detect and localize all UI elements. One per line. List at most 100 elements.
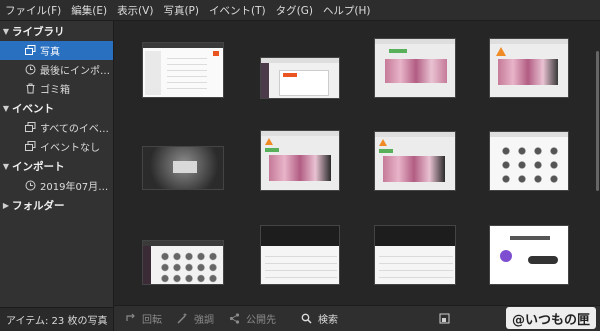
photo-grid[interactable] [114,21,600,306]
status-bar: アイテム: 23 枚の写真 [0,307,113,331]
sidebar-section-import[interactable]: ▼ インポート [0,156,113,176]
photo-thumbnail[interactable] [374,225,456,285]
photo-thumbnail[interactable] [374,131,456,191]
sidebar-item-photos[interactable]: 写真 [0,41,113,60]
search-label: 検索 [318,315,338,326]
sidebar-item-label: 写真 [40,47,60,58]
thumb-list [379,250,453,284]
sidebar-item-label: 最後にインポ… [40,66,110,77]
thumb-list [265,250,337,284]
collapse-triangle-icon[interactable]: ▶ [0,201,12,210]
section-title: フォルダー [12,199,65,212]
thumb-logo [500,250,512,262]
sidebar: ▼ ライブラリ 写真 最後にインポ… ゴミ箱 ▼ イベント すべてのイベ… イベ… [0,21,114,331]
clock-icon [24,180,36,192]
sidebar-section-folders[interactable]: ▶ フォルダー [0,195,113,215]
thumb-sidebar [261,63,269,98]
trash-icon [24,83,36,95]
thumb-titlebar [261,58,339,63]
thumb-title-text [510,236,550,240]
sidebar-item-label: ゴミ箱 [40,85,70,96]
clock-icon [24,64,36,76]
rotate-icon [124,313,136,325]
thumb-titlebar [490,39,568,44]
search-button[interactable]: 検索 [300,311,338,326]
thumb-icon-grid [159,251,219,283]
photo-thumbnail[interactable] [374,38,456,98]
enhance-label: 強調 [194,315,214,326]
menu-help[interactable]: ヘルプ(H) [318,3,376,18]
photo-thumbnail[interactable] [489,131,569,191]
sidebar-item-label: すべてのイベ… [40,124,109,135]
photo-thumbnail[interactable] [260,130,340,191]
sidebar-item-trash[interactable]: ゴミ箱 [0,79,113,98]
thumb-icon-grid [498,144,562,186]
thumb-image [383,156,445,182]
sidebar-section-events[interactable]: ▼ イベント [0,98,113,118]
expand-triangle-icon[interactable]: ▼ [0,162,12,171]
photo-thumbnail[interactable] [142,146,224,190]
section-title: イベント [12,102,54,115]
menu-view[interactable]: 表示(V) [112,3,158,18]
photo-thumbnail[interactable] [142,240,224,285]
sidebar-item-label: イベントなし [40,143,100,154]
menu-edit[interactable]: 編集(E) [66,3,112,18]
enhance-wand-icon [176,313,188,325]
menu-events[interactable]: イベント(T) [204,3,271,18]
thumb-cone-icon [496,47,506,56]
photo-thumbnail[interactable] [489,225,569,285]
thumb-sidebar [145,51,161,95]
thumb-accent [283,73,297,77]
thumb-image [269,155,331,181]
thumb-list [167,53,207,91]
thumbnail-size-button[interactable] [438,313,456,325]
menu-photo[interactable]: 写真(P) [158,3,204,18]
thumb-button [528,256,558,264]
menu-file[interactable]: ファイル(F) [0,3,66,18]
menu-tags[interactable]: タグ(G) [271,3,318,18]
menu-bar: ファイル(F) 編集(E) 表示(V) 写真(P) イベント(T) タグ(G) … [0,0,600,21]
photos-icon [24,45,36,57]
publish-button[interactable]: 公開先 [228,311,276,326]
thumb-dark-header [261,226,339,246]
thumb-titlebar [143,241,223,246]
publish-label: 公開先 [246,315,276,326]
thumbnail-size-icon [438,313,450,325]
photo-thumbnail[interactable] [260,225,340,285]
thumb-accent [213,51,219,56]
thumb-titlebar [375,132,455,137]
sidebar-item-no-event[interactable]: イベントなし [0,137,113,156]
sidebar-item-import-date[interactable]: 2019年07月1… [0,176,113,195]
thumb-titlebar [490,132,568,137]
thumb-image [385,59,447,83]
sidebar-item-all-events[interactable]: すべてのイベ… [0,118,113,137]
photo-thumbnail[interactable] [142,42,224,98]
section-title: インポート [12,160,65,173]
thumb-cone-icon [379,139,387,146]
events-icon [24,122,36,134]
thumb-green-bar [389,49,407,53]
watermark: @いつもの匣 [505,307,596,329]
sidebar-item-last-import[interactable]: 最後にインポ… [0,60,113,79]
thumb-green-bar [265,148,279,152]
no-event-icon [24,141,36,153]
scrollbar[interactable] [596,51,599,191]
section-title: ライブラリ [12,25,65,38]
photo-thumbnail[interactable] [260,57,340,99]
thumb-dialog [173,161,197,173]
rotate-button[interactable]: 回転 [124,311,162,326]
search-icon [300,313,312,325]
enhance-button[interactable]: 強調 [176,311,214,326]
thumb-image [498,59,558,85]
expand-triangle-icon[interactable]: ▼ [0,27,12,36]
photo-thumbnail[interactable] [489,38,569,98]
thumb-dark-header [375,226,455,246]
thumb-titlebar [143,43,223,48]
sidebar-section-library[interactable]: ▼ ライブラリ [0,21,113,41]
share-icon [228,313,240,325]
thumb-titlebar [375,39,455,44]
thumb-cone-icon [265,138,273,145]
thumb-titlebar [261,131,339,136]
expand-triangle-icon[interactable]: ▼ [0,104,12,113]
item-count: アイテム: 23 枚の写真 [6,316,108,327]
